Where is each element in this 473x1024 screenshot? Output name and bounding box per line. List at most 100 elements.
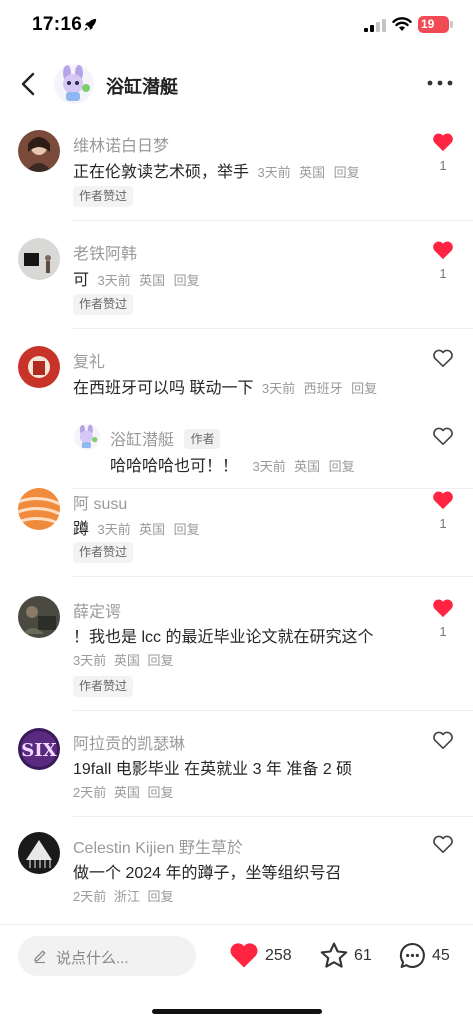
comment-like-count: 1 (439, 266, 447, 281)
commenter-avatar[interactable] (18, 832, 60, 874)
wifi-icon (392, 17, 412, 31)
sub-reply-username: 浴缸潜艇 (110, 432, 175, 449)
reply-button[interactable]: 回复 (148, 889, 174, 904)
comment-like-button[interactable]: 1 (428, 132, 458, 173)
comment-like-button[interactable] (428, 730, 458, 750)
status-bar: 17:16 19 (0, 0, 473, 50)
comment-like-count: 1 (439, 158, 447, 173)
rocket-icon (84, 18, 97, 31)
comment-meta: 2天前 浙江 回复 (73, 886, 174, 905)
heart-filled-icon (433, 599, 453, 618)
author-liked-badge: 作者赞过 (73, 294, 134, 315)
comment-time: 2天前 (73, 889, 107, 904)
comment-location: 英国 (299, 165, 326, 180)
comment-like-button[interactable]: 1 (428, 490, 458, 531)
signal-icon (364, 19, 386, 32)
comment-meta: 3天前 英国 回复 (73, 650, 174, 669)
commenter-avatar[interactable] (18, 238, 60, 280)
post-like-button[interactable]: 258 (229, 941, 297, 971)
battery-indicator: 19 (418, 16, 449, 33)
heart-filled-icon (230, 943, 258, 968)
back-arrow-icon[interactable] (17, 71, 41, 97)
author-tag: 作者 (184, 429, 221, 449)
sub-reply-time: 3天前 (252, 459, 286, 474)
comment-body: 可 (73, 272, 90, 289)
post-comment-count: 45 (432, 947, 450, 964)
comment-body: 正在伦敦读艺术硕，举手 (73, 164, 250, 181)
commenter-name[interactable]: 维林诺白日梦 (73, 132, 169, 156)
reply-button[interactable]: 回复 (148, 653, 174, 668)
commenter-name[interactable]: Celestin Kijien 野生草於 (73, 834, 243, 858)
commenter-name[interactable]: 老铁阿韩 (73, 240, 137, 264)
comment-text: 在西班牙可以吗 联动一下 3天前 西班牙 回复 (73, 374, 377, 398)
comment-body: 蹲 (73, 521, 90, 538)
reply-button[interactable]: 回复 (148, 785, 174, 800)
commenter-avatar[interactable] (18, 596, 60, 638)
author-avatar[interactable] (54, 64, 94, 104)
comment-text: 正在伦敦读艺术硕，举手 3天前 英国 回复 (73, 158, 360, 182)
sub-reply-body: 哈哈哈哈也可！！ (110, 458, 239, 475)
comment-bubble-icon (399, 942, 425, 969)
heart-outline-icon (433, 427, 453, 445)
comment-location: 英国 (113, 653, 140, 668)
post-collect-button[interactable]: 61 (319, 941, 375, 971)
comment-text: ！我也是 lcc 的最近毕业论文就在研究这个 (73, 629, 374, 646)
comment-like-button[interactable]: 1 (428, 240, 458, 281)
more-options-icon[interactable] (425, 75, 455, 91)
comment-text: 做一个 2024 年的蹲子，坐等组织号召 (73, 865, 342, 882)
sub-reply-reply-button[interactable]: 回复 (329, 459, 355, 474)
comment-time: 2天前 (73, 785, 107, 800)
comment-divider (73, 220, 473, 221)
reply-button[interactable]: 回复 (174, 522, 200, 537)
comment-divider (73, 710, 473, 711)
author-liked-badge: 作者赞过 (73, 186, 134, 207)
comment-location: 英国 (139, 273, 166, 288)
sub-reply-name[interactable]: 浴缸潜艇 作者 (110, 426, 221, 450)
comment-time: 3天前 (97, 522, 131, 537)
post-collect-count: 61 (354, 947, 372, 964)
comment-location: 英国 (139, 522, 166, 537)
heart-outline-icon (433, 731, 453, 749)
home-indicator (152, 1009, 322, 1014)
commenter-name[interactable]: 阿 susu (73, 490, 127, 514)
reply-button[interactable]: 回复 (334, 165, 360, 180)
commenter-avatar[interactable]: SIX (18, 728, 60, 770)
sub-reply-avatar[interactable] (74, 424, 100, 450)
comment-divider (73, 488, 473, 489)
post-comment-button[interactable]: 45 (398, 941, 456, 971)
comment-time: 3天前 (97, 273, 131, 288)
six-logo-text: SIX (21, 740, 56, 761)
heart-outline-icon (433, 835, 453, 853)
comment-location: 英国 (113, 785, 140, 800)
heart-filled-icon (433, 133, 453, 152)
pencil-icon (34, 950, 46, 964)
comment-like-count: 1 (439, 516, 447, 531)
status-time: 17:16 (32, 14, 83, 35)
bottom-action-bar: 说点什么... 258 61 45 (0, 924, 473, 988)
sub-reply-location: 英国 (294, 459, 321, 474)
commenter-avatar[interactable] (18, 346, 60, 388)
commenter-avatar[interactable] (18, 130, 60, 172)
comment-location: 浙江 (113, 889, 140, 904)
battery-tip (450, 21, 453, 28)
commenter-name[interactable]: 阿拉贡的凯瑟琳 (73, 730, 185, 754)
comment-input-placeholder: 说点什么... (56, 950, 129, 967)
sub-reply-text: 哈哈哈哈也可！！ 3天前 英国 回复 (110, 452, 355, 476)
comment-like-button[interactable] (428, 834, 458, 854)
comment-like-button[interactable]: 1 (428, 598, 458, 639)
comment-like-button[interactable] (428, 348, 458, 368)
author-name[interactable]: 浴缸潜艇 (106, 73, 178, 99)
commenter-name[interactable]: 复礼 (73, 348, 105, 372)
battery-level: 19 (421, 17, 435, 31)
comment-input[interactable]: 说点什么... (18, 936, 196, 976)
comment-time: 3天前 (261, 381, 296, 396)
commenter-avatar[interactable] (18, 488, 60, 530)
author-liked-badge: 作者赞过 (73, 542, 134, 563)
comment-location: 西班牙 (303, 381, 343, 396)
post-like-count: 258 (265, 947, 292, 964)
reply-button[interactable]: 回复 (351, 381, 377, 396)
sub-reply-like-button[interactable] (428, 426, 458, 446)
reply-button[interactable]: 回复 (174, 273, 200, 288)
commenter-name[interactable]: 薛定谔 (73, 598, 121, 622)
author-liked-badge: 作者赞过 (73, 676, 134, 697)
